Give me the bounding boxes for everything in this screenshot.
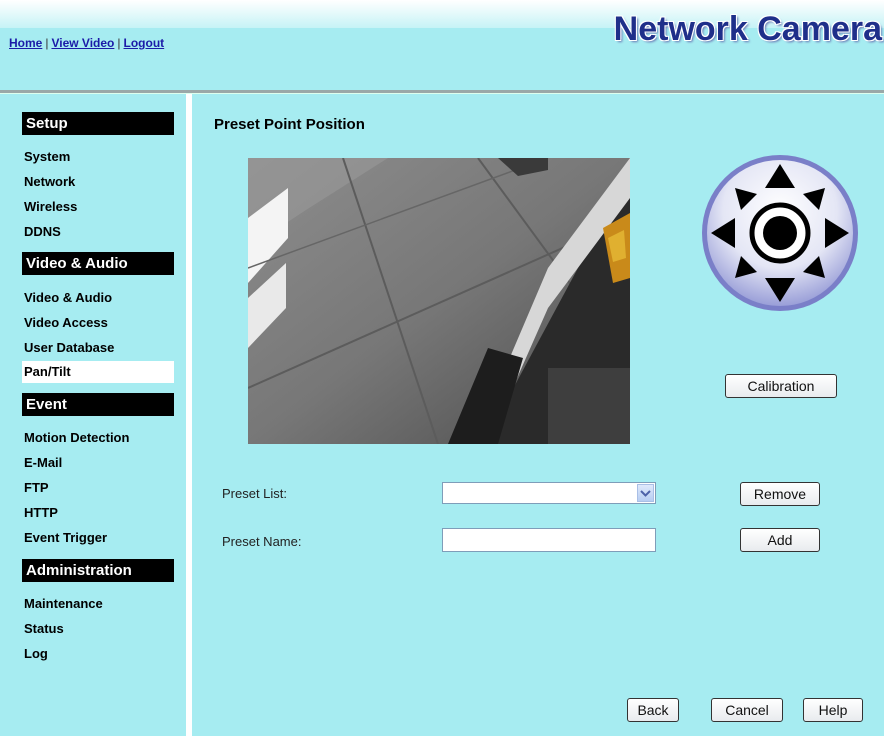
sidebar-item-motion-detection[interactable]: Motion Detection — [24, 430, 129, 445]
top-nav-links: Home | View Video | Logout — [9, 36, 164, 50]
sidebar-item-network[interactable]: Network — [24, 174, 75, 189]
brand-logo-text: Network Camera — [613, 10, 882, 48]
preset-list-select[interactable] — [442, 482, 656, 504]
pan-tilt-control[interactable] — [699, 152, 861, 314]
link-separator: | — [45, 36, 49, 50]
page-title: Preset Point Position — [214, 116, 365, 133]
sidebar-item-log[interactable]: Log — [24, 646, 48, 661]
preset-name-input[interactable] — [442, 528, 656, 552]
add-button[interactable]: Add — [740, 528, 820, 552]
preset-list-label: Preset List: — [222, 486, 288, 501]
sidebar-section-event: Event — [22, 393, 174, 416]
direction-pad-icon — [702, 155, 858, 311]
sidebar-item-http[interactable]: HTTP — [24, 505, 58, 520]
sidebar: Setup System Network Wireless DDNS Video… — [0, 94, 186, 736]
link-separator: | — [117, 36, 121, 50]
sidebar-item-wireless[interactable]: Wireless — [24, 199, 77, 214]
back-button[interactable]: Back — [627, 698, 679, 722]
calibration-button[interactable]: Calibration — [725, 374, 837, 398]
chevron-down-icon[interactable] — [637, 484, 654, 502]
sidebar-item-event-trigger[interactable]: Event Trigger — [24, 530, 107, 545]
sidebar-item-user-database[interactable]: User Database — [24, 340, 114, 355]
preset-name-label: Preset Name: — [222, 534, 302, 549]
sidebar-item-email[interactable]: E-Mail — [24, 455, 62, 470]
cancel-button[interactable]: Cancel — [711, 698, 783, 722]
view-video-link[interactable]: View Video — [51, 36, 114, 50]
camera-video-feed — [248, 158, 630, 444]
main-content: Preset Point Position Calibration Preset… — [192, 94, 884, 736]
remove-button[interactable]: Remove — [740, 482, 820, 506]
sidebar-item-maintenance[interactable]: Maintenance — [24, 596, 103, 611]
sidebar-item-system[interactable]: System — [24, 149, 70, 164]
sidebar-item-ddns[interactable]: DDNS — [24, 224, 61, 239]
sidebar-item-video-audio[interactable]: Video & Audio — [24, 290, 112, 305]
logout-link[interactable]: Logout — [124, 36, 165, 50]
sidebar-item-ftp[interactable]: FTP — [24, 480, 49, 495]
sidebar-item-pan-tilt[interactable]: Pan/Tilt — [22, 361, 174, 383]
sidebar-item-video-access[interactable]: Video Access — [24, 315, 108, 330]
home-link[interactable]: Home — [9, 36, 42, 50]
sidebar-section-setup: Setup — [22, 112, 174, 135]
sidebar-item-status[interactable]: Status — [24, 621, 64, 636]
sidebar-section-administration: Administration — [22, 559, 174, 582]
help-button[interactable]: Help — [803, 698, 863, 722]
sidebar-section-video-audio: Video & Audio — [22, 252, 174, 275]
video-frame-image — [248, 158, 630, 444]
